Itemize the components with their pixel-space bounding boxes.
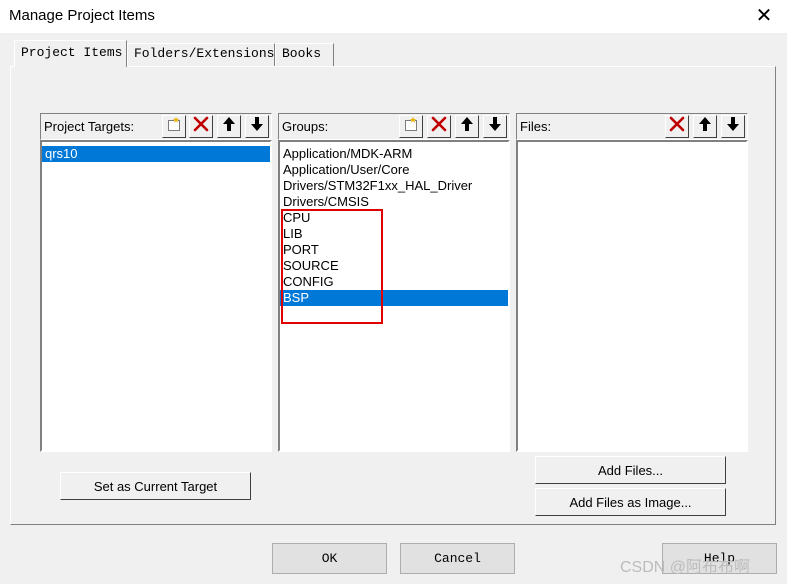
delete-icon (431, 116, 447, 137)
move-file-up-button[interactable] (693, 115, 717, 138)
move-target-up-button[interactable] (217, 115, 241, 138)
list-item-group[interactable]: Application/User/Core (280, 162, 508, 178)
project-targets-label: Project Targets: (44, 119, 135, 134)
list-item-group[interactable]: Drivers/STM32F1xx_HAL_Driver (280, 178, 508, 194)
list-item-group[interactable]: Application/MDK-ARM (280, 146, 508, 162)
list-item-group[interactable]: Drivers/CMSIS (280, 194, 508, 210)
new-group-button[interactable] (399, 115, 423, 138)
ok-button[interactable]: OK (272, 543, 387, 574)
manage-project-items-dialog: Manage Project Items ✕ Project Items Fol… (0, 0, 787, 584)
tab-books[interactable]: Books (275, 43, 334, 66)
highlight-box (281, 209, 383, 324)
groups-label: Groups: (282, 119, 329, 134)
tab-label: Books (282, 46, 322, 61)
add-files-button[interactable]: Add Files... (535, 456, 726, 484)
add-files-as-image-button[interactable]: Add Files as Image... (535, 488, 726, 516)
watermark: CSDN @阿布布啊 (620, 559, 751, 576)
tab-label: Project Items (21, 45, 123, 60)
move-down-icon (249, 116, 265, 137)
delete-icon (669, 116, 685, 137)
move-group-down-button[interactable] (483, 115, 507, 138)
new-icon (403, 116, 419, 137)
delete-icon (193, 116, 209, 137)
move-file-down-button[interactable] (721, 115, 745, 138)
move-up-icon (459, 116, 475, 137)
move-up-icon (221, 116, 237, 137)
button-label: Cancel (434, 551, 481, 566)
new-target-button[interactable] (162, 115, 186, 138)
button-label: Set as Current Target (93, 478, 218, 494)
cancel-button[interactable]: Cancel (400, 543, 515, 574)
new-icon (166, 116, 182, 137)
delete-group-button[interactable] (427, 115, 451, 138)
list-item-target[interactable]: qrs10 (42, 146, 270, 162)
move-down-icon (725, 116, 741, 137)
files-list[interactable] (516, 140, 748, 452)
move-target-down-button[interactable] (245, 115, 269, 138)
tab-label: Folders/Extensions (134, 46, 275, 61)
tab-folders-extensions[interactable]: Folders/Extensions (127, 43, 275, 66)
files-label: Files: (520, 119, 552, 134)
button-label: Add Files as Image... (569, 494, 692, 510)
window-title: Manage Project Items (9, 7, 155, 24)
delete-target-button[interactable] (189, 115, 213, 138)
button-label: Add Files... (597, 462, 664, 478)
move-group-up-button[interactable] (455, 115, 479, 138)
tab-project-items[interactable]: Project Items (14, 40, 127, 67)
delete-file-button[interactable] (665, 115, 689, 138)
set-current-target-button[interactable]: Set as Current Target (60, 472, 251, 500)
button-label: OK (321, 551, 338, 566)
move-down-icon (487, 116, 503, 137)
close-icon[interactable]: ✕ (748, 1, 780, 31)
title-bar: Manage Project Items ✕ (0, 0, 787, 33)
project-targets-list[interactable]: qrs10 (40, 140, 272, 452)
move-up-icon (697, 116, 713, 137)
